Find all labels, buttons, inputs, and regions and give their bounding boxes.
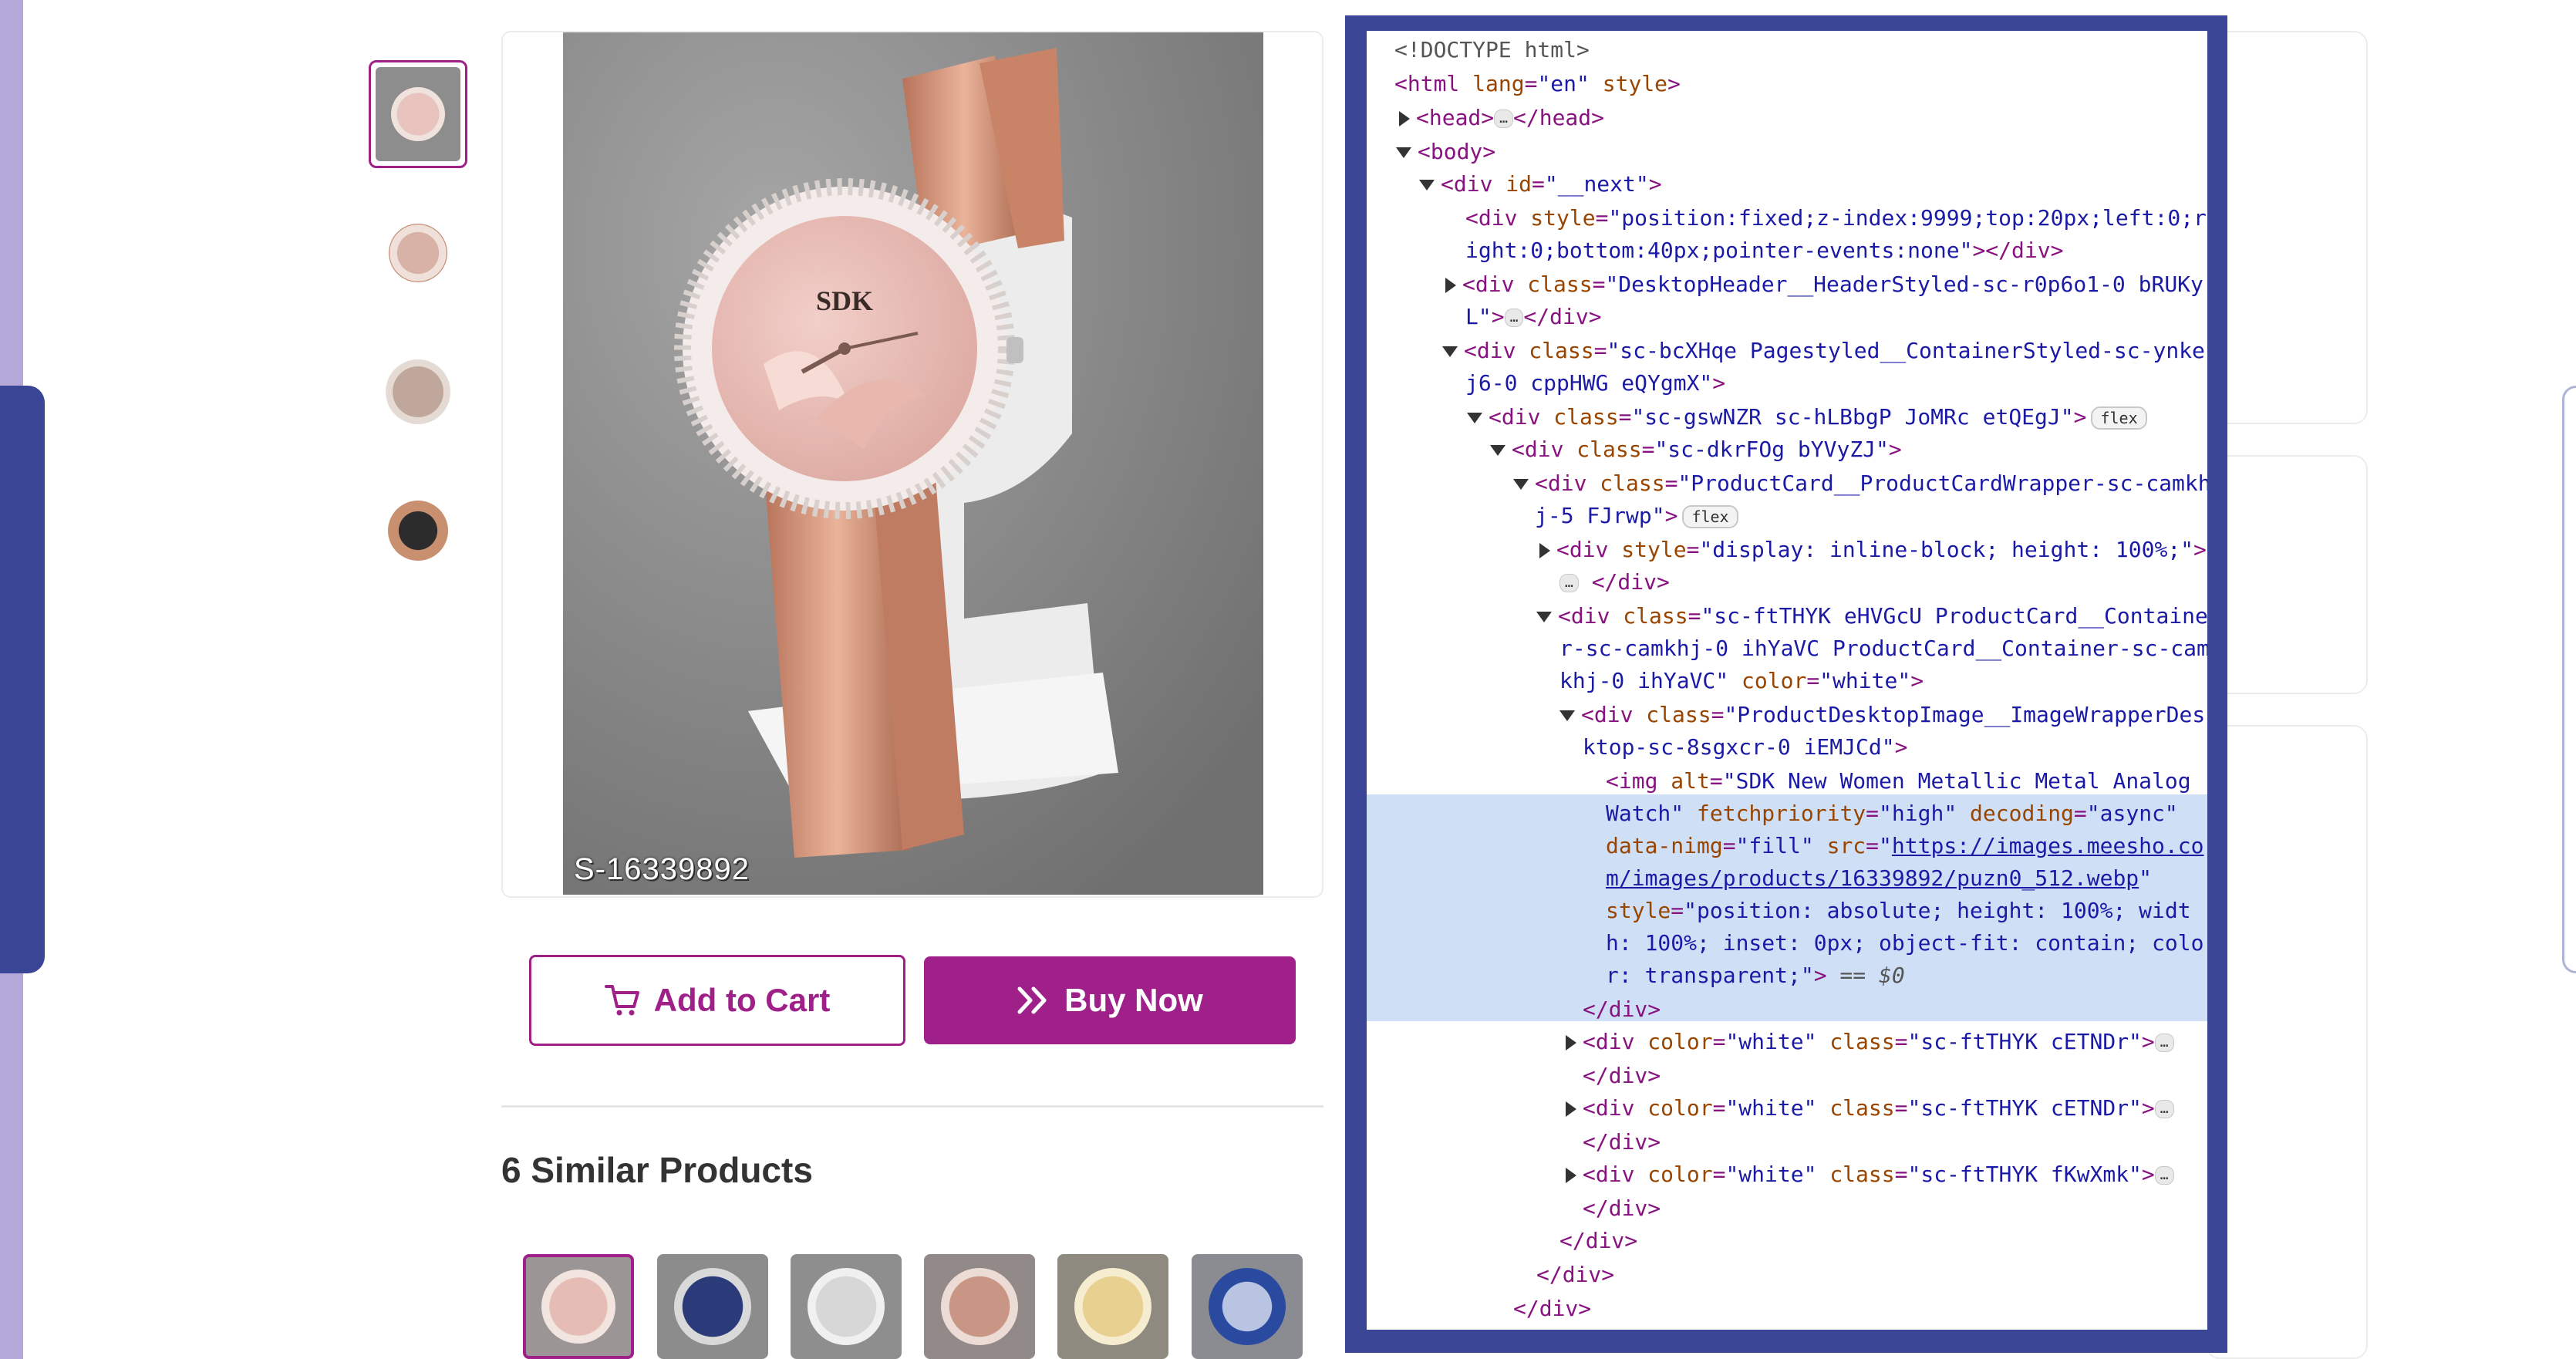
dom-line-wrap: j6-0 cppHWG eQYgmX"> [1465, 370, 1726, 396]
dom-line-wrap: Watch" fetchpriority="high" decoding="as… [1606, 801, 2178, 826]
dom-line-wrap: m/images/products/16339892/puzn0_512.web… [1606, 865, 2153, 891]
dom-line: </div> [1559, 1228, 1638, 1253]
flex-badge[interactable]: flex [2091, 406, 2147, 430]
dom-line-wrap: h: 100%; inset: 0px; object-fit: contain… [1606, 930, 2204, 956]
collapsed-ellipsis[interactable]: … [2154, 1034, 2174, 1052]
collapse-triangle-icon[interactable] [1467, 413, 1482, 423]
devtools-elements-panel[interactable]: <!DOCTYPE html> <html lang="en" style> <… [1367, 31, 2207, 1330]
add-to-cart-label: Add to Cart [653, 982, 831, 1018]
add-to-cart-button[interactable]: Add to Cart [529, 955, 905, 1046]
dom-line-wrap: L">… </div> [1465, 304, 1602, 329]
collapsed-ellipsis[interactable]: … [1494, 110, 1513, 128]
double-chevron-right-icon [1017, 986, 1047, 1014]
product-main-image[interactable]: SDK S-16339892 [563, 32, 1263, 895]
thumbnail-front[interactable] [369, 60, 467, 168]
dom-line-selected[interactable]: <img alt="SDK New Women Metallic Metal A… [1606, 765, 2191, 798]
similar-product-silver[interactable] [791, 1254, 902, 1359]
collapsed-ellipsis[interactable]: … [1559, 574, 1579, 592]
dom-line-wrap: khj-0 ihYaVC" color="white"> [1559, 668, 1924, 693]
expand-triangle-icon[interactable] [1445, 278, 1456, 293]
dom-line[interactable]: <div class="ProductDesktopImage__ImageWr… [1559, 699, 2205, 731]
flex-badge[interactable]: flex [1682, 505, 1738, 528]
thumbnail-angle[interactable] [369, 199, 467, 307]
dom-line: </div> [1536, 1262, 1615, 1287]
similar-products-heading: 6 Similar Products [501, 1150, 813, 1190]
right-panel-tab[interactable] [2562, 386, 2576, 973]
collapse-triangle-icon[interactable] [1513, 479, 1529, 490]
dom-line[interactable]: <div color="white" class="sc-ftTHYK cETN… [1566, 1092, 2174, 1125]
dom-line[interactable]: <div class="sc-bcXHqe Pagestyled__Contai… [1442, 335, 2205, 367]
dom-line[interactable]: <div class="sc-dkrFOg bYVyZJ"> [1490, 433, 1902, 466]
collapsed-ellipsis[interactable]: … [2154, 1166, 2174, 1185]
similar-product-bronze[interactable] [924, 1254, 1035, 1359]
dom-line-wrap: j-5 FJrwp"> flex [1535, 500, 1738, 532]
side-card [2206, 725, 2368, 1359]
cart-icon [604, 985, 639, 1016]
dom-line: </div> [1583, 1063, 1661, 1088]
side-card [2206, 31, 2368, 424]
image-watermark: S-16339892 [574, 852, 750, 886]
dom-line: </div> [1583, 1129, 1661, 1155]
buy-now-label: Buy Now [1064, 982, 1203, 1018]
dom-line-wrap: r: transparent;"> == $0 [1606, 963, 1905, 988]
dom-line[interactable]: <div style="display: inline-block; heigh… [1539, 534, 2207, 566]
dom-line-wrap: data-nimg="fill" src="https://images.mee… [1606, 833, 2204, 858]
collapse-triangle-icon[interactable] [1442, 346, 1458, 357]
collapse-triangle-icon[interactable] [1536, 612, 1552, 622]
expand-triangle-icon[interactable] [1566, 1168, 1576, 1183]
svg-text:SDK: SDK [816, 285, 873, 316]
dom-line[interactable]: <div color="white" class="sc-ftTHYK fKwX… [1566, 1158, 2174, 1191]
thumbnail-dimensions[interactable] [369, 338, 467, 446]
collapse-triangle-icon[interactable] [1396, 147, 1411, 158]
expand-triangle-icon[interactable] [1566, 1101, 1576, 1117]
left-panel-tab[interactable] [0, 386, 45, 973]
similar-product-rose-gold[interactable] [523, 1254, 634, 1359]
thumbnail-back[interactable] [369, 477, 467, 585]
dom-line[interactable]: <div class="DesktopHeader__HeaderStyled-… [1445, 268, 2203, 301]
image-src-link[interactable]: m/images/products/16339892/puzn0_512.web… [1606, 865, 2139, 891]
dom-line-wrap: … </div> [1559, 566, 1670, 599]
section-divider [501, 1105, 1323, 1108]
dom-line[interactable]: <div class="ProductCard__ProductCardWrap… [1513, 467, 2207, 500]
dom-line-wrap: ight:0;bottom:40px;pointer-events:none">… [1465, 238, 2064, 263]
expand-triangle-icon[interactable] [1399, 111, 1410, 126]
dom-line-wrap: ktop-sc-8sgxcr-0 iEMJCd"> [1583, 734, 1908, 760]
similar-product-navy[interactable] [657, 1254, 768, 1359]
dom-line[interactable]: <div id="__next"> [1419, 168, 1662, 201]
dom-line[interactable]: <div class="sc-ftTHYK eHVGcU ProductCard… [1536, 600, 2207, 632]
collapse-triangle-icon[interactable] [1559, 710, 1575, 721]
dom-line-wrap: r-sc-camkhj-0 ihYaVC ProductCard__Contai… [1559, 636, 2207, 661]
buy-now-button[interactable]: Buy Now [924, 956, 1296, 1044]
dom-line: </div> [1513, 1296, 1592, 1321]
expand-triangle-icon[interactable] [1566, 1035, 1576, 1050]
side-card [2206, 455, 2368, 694]
dom-line[interactable]: <div color="white" class="sc-ftTHYK cETN… [1566, 1026, 2174, 1058]
image-src-link[interactable]: https://images.meesho.co [1892, 833, 2204, 858]
collapsed-ellipsis[interactable]: … [2154, 1100, 2174, 1118]
dom-line[interactable]: <div style="position:fixed;z-index:9999;… [1465, 202, 2207, 234]
similar-product-gold[interactable] [1057, 1254, 1168, 1359]
dom-line: </div> [1583, 1195, 1661, 1221]
dom-line: </div> [1583, 996, 1661, 1022]
expand-triangle-icon[interactable] [1539, 543, 1550, 558]
dom-line[interactable]: <html lang="en" style> [1394, 68, 1681, 100]
dom-line-body[interactable]: <body> [1396, 136, 1495, 168]
collapse-triangle-icon[interactable] [1490, 445, 1505, 456]
dom-line[interactable]: <div class="sc-gswNZR sc-hLBbgP JoMRc et… [1467, 401, 2147, 433]
dom-line: <!DOCTYPE html> [1394, 37, 1590, 62]
similar-product-blue[interactable] [1192, 1254, 1303, 1359]
collapsed-ellipsis[interactable]: … [1504, 309, 1524, 327]
collapse-triangle-icon[interactable] [1419, 180, 1435, 191]
watch-illustration: SDK [563, 32, 1263, 895]
dom-line-wrap: style="position: absolute; height: 100%;… [1606, 898, 2191, 923]
dom-line-head[interactable]: <head>… </head> [1399, 102, 1604, 134]
